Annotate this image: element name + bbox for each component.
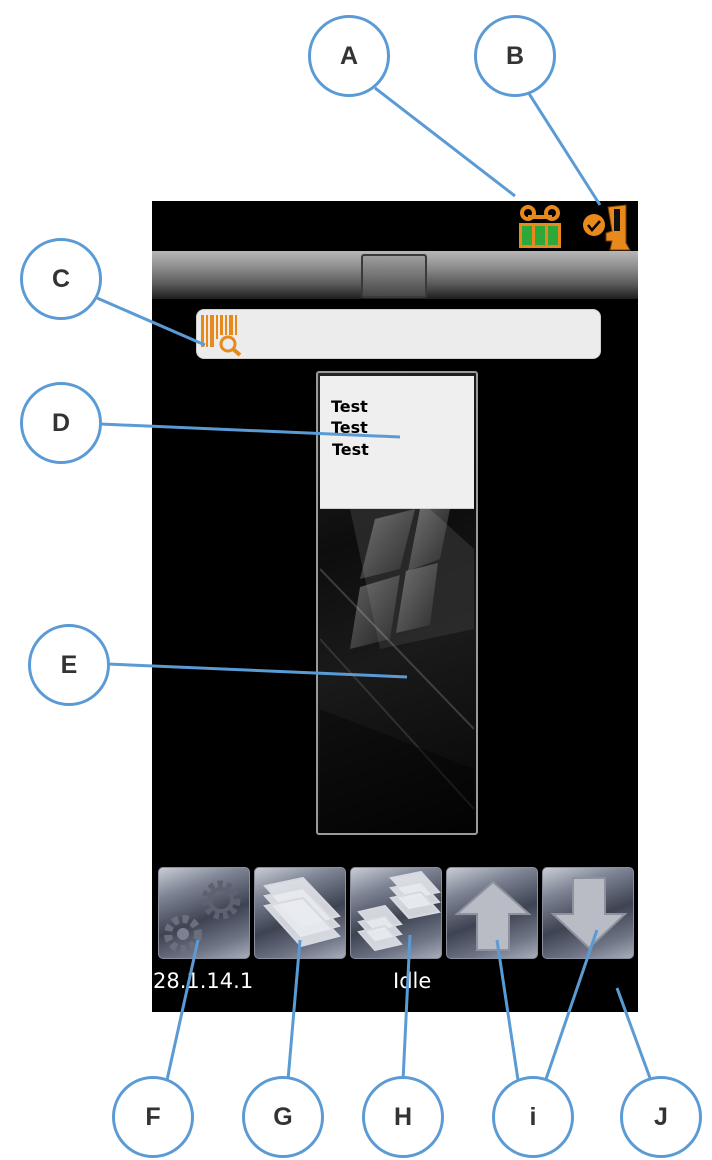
slide-rack-button[interactable] — [350, 867, 442, 959]
callout-i: i — [492, 1076, 574, 1158]
drawer-handle[interactable] — [361, 254, 427, 298]
slide-stack-icon — [263, 876, 341, 948]
callout-f: F — [112, 1076, 194, 1158]
arrow-up-icon — [454, 880, 532, 951]
reagent-cassette-icon[interactable] — [516, 203, 564, 254]
slide-rack-icon — [357, 870, 441, 952]
callout-c: C — [20, 238, 102, 320]
slide-label-area: Test Test Test — [320, 376, 474, 509]
callout-j: J — [620, 1076, 702, 1158]
callout-h: H — [362, 1076, 444, 1158]
leader-line-b — [526, 91, 602, 206]
arrow-down-icon — [550, 877, 628, 950]
callout-b: B — [474, 15, 556, 97]
callout-d: D — [20, 382, 102, 464]
scroll-down-button[interactable] — [542, 867, 634, 959]
callout-g: G — [242, 1076, 324, 1158]
software-version: 28.1.14.1 — [153, 969, 254, 993]
gears-icon — [164, 880, 241, 953]
top-header-bar — [152, 251, 638, 299]
instrument-state: Idle — [393, 969, 432, 993]
slide-label-line-2: Test — [331, 418, 368, 437]
scroll-up-button[interactable] — [446, 867, 538, 959]
slide-label-line-3: Test — [332, 440, 369, 459]
instrument-ready-icon[interactable] — [582, 203, 632, 256]
status-row: 28.1.14.1 Idle — [152, 969, 638, 999]
callout-e: E — [28, 624, 110, 706]
leader-line-a — [374, 86, 516, 198]
callout-a: A — [308, 15, 390, 97]
status-bar-top — [152, 201, 638, 251]
slide-glass-area — [320, 509, 474, 833]
slides-button[interactable] — [254, 867, 346, 959]
device-screen: Test Test Test 28.1.14.1 Idle — [152, 201, 638, 1012]
slide-preview[interactable]: Test Test Test — [316, 371, 478, 835]
bottom-toolbar — [158, 867, 634, 959]
slide-label-line-1: Test — [331, 397, 368, 416]
barcode-search-icon[interactable] — [199, 313, 245, 362]
settings-button[interactable] — [158, 867, 250, 959]
barcode-search-field[interactable] — [196, 309, 601, 359]
